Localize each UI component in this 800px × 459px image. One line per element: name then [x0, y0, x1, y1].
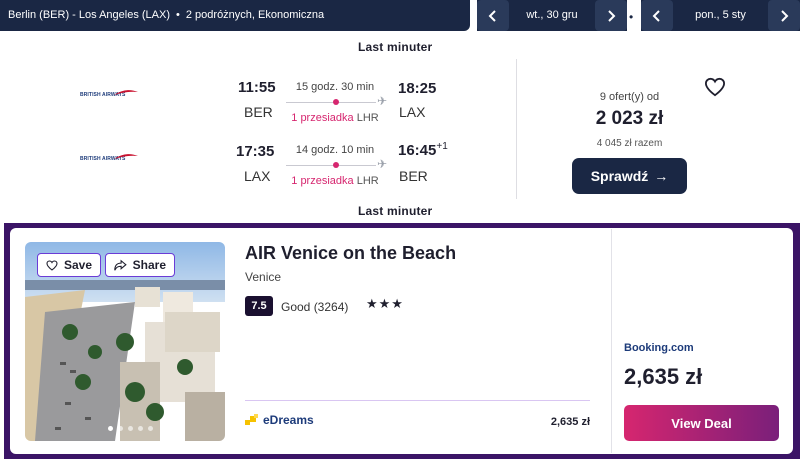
- hotel-price: 2,635 zł: [624, 364, 703, 389]
- separator-dot: •: [176, 9, 180, 21]
- leg1-duration: 15 godz. 30 min: [295, 81, 375, 93]
- leg2-arrive-time-text: 16:45: [398, 142, 437, 159]
- outbound-date[interactable]: wt., 30 gru: [509, 9, 595, 21]
- photo-pagination: [108, 426, 153, 431]
- hotel-name[interactable]: AIR Venice on the Beach: [245, 243, 456, 264]
- leg1-depart-time: 11:55: [238, 79, 276, 96]
- hotel-city: Venice: [245, 270, 282, 284]
- leg2-depart-time: 17:35: [236, 143, 275, 160]
- speedmarque-icon: [114, 154, 138, 159]
- leg1-arrive-time: 18:25: [398, 79, 436, 97]
- hotel-card-divider: [611, 229, 612, 453]
- leg2-arrive-airport: BER: [399, 168, 428, 184]
- leg1-route-line: [286, 102, 376, 103]
- leg1-arrive-airport: LAX: [399, 104, 426, 120]
- flight-price: 2 023 zł: [595, 108, 664, 129]
- photo-dot[interactable]: [148, 426, 153, 431]
- outbound-prev-button[interactable]: [477, 0, 509, 31]
- outbound-date-picker: wt., 30 gru: [477, 0, 627, 31]
- offer-divider: [245, 400, 590, 401]
- search-bar: Berlin (BER) - Los Angeles (LAX) • 2 podró…: [0, 0, 800, 32]
- plane-icon: ✈: [377, 94, 388, 108]
- leg2-duration: 14 godz. 10 min: [295, 144, 375, 156]
- share-icon: [114, 259, 127, 270]
- return-date-picker: pon., 5 sty: [641, 0, 800, 31]
- leg2-stop-code: LHR: [356, 175, 379, 187]
- alt-provider-row[interactable]: eDreams: [245, 413, 314, 427]
- flight-total-price: 4 045 zł razem: [596, 138, 663, 149]
- return-date[interactable]: pon., 5 sty: [673, 9, 768, 21]
- save-label: Save: [63, 258, 92, 272]
- chevron-right-icon: [781, 9, 789, 22]
- leg1-depart-airport: BER: [244, 104, 273, 120]
- airline-logo: BRITISH AIRWAYS: [80, 89, 140, 99]
- flight-result-card[interactable]: Last minuter BRITISH AIRWAYS 11:55 BER 1…: [0, 32, 800, 222]
- leg2-stops: 1 przesiadka LHR: [280, 175, 390, 187]
- leg2-depart-airport: LAX: [244, 168, 271, 184]
- arrow-right-icon: →: [654, 168, 669, 184]
- provider-logo-top: Last minuter: [358, 40, 432, 54]
- offers-count: 9 ofert(y) od: [599, 91, 660, 103]
- provider-name: Last minuter: [358, 204, 433, 218]
- date-separator: •: [629, 10, 634, 24]
- provider-name: Last minuter: [358, 40, 433, 54]
- save-button[interactable]: Save: [37, 253, 101, 277]
- favorite-button[interactable]: [704, 77, 726, 102]
- alt-provider-price[interactable]: 2,635 zł: [520, 416, 590, 428]
- photo-dot[interactable]: [128, 426, 133, 431]
- booking-provider: Booking.com: [624, 342, 694, 354]
- heart-icon: [46, 259, 58, 271]
- heart-icon: [704, 77, 726, 97]
- rating-text: Good (3264): [281, 300, 349, 314]
- check-button-label: Sprawdź: [590, 168, 649, 184]
- edreams-logo-icon: [245, 414, 259, 426]
- leg2-arrive-time: 16:45+1: [398, 141, 448, 159]
- card-divider: [516, 59, 517, 199]
- chevron-right-icon: [608, 9, 616, 22]
- route-text: Berlin (BER) - Los Angeles (LAX): [8, 9, 171, 21]
- chevron-left-icon: [488, 9, 496, 22]
- return-next-button[interactable]: [768, 0, 800, 31]
- leg1-arrive-time-text: 18:25: [398, 80, 437, 97]
- alt-provider-name: eDreams: [263, 413, 314, 427]
- provider-logo-bottom: Last minuter: [358, 204, 432, 218]
- airline-logo: BRITISH AIRWAYS: [80, 153, 140, 163]
- plane-icon: ✈: [377, 157, 388, 171]
- photo-dot[interactable]: [108, 426, 113, 431]
- leg2-route-line: [286, 165, 376, 166]
- outbound-next-button[interactable]: [595, 0, 627, 31]
- star-rating: ★★★: [366, 296, 404, 311]
- leg1-stops: 1 przesiadka LHR: [280, 112, 390, 124]
- share-label: Share: [132, 258, 166, 272]
- passengers-text: 2 podróżnych, Ekonomiczna: [185, 9, 325, 21]
- leg2-day-offset: +1: [436, 141, 448, 152]
- search-summary[interactable]: Berlin (BER) - Los Angeles (LAX) • 2 podró…: [0, 0, 470, 31]
- leg1-stops-count: 1 przesiadka: [291, 112, 354, 124]
- return-prev-button[interactable]: [641, 0, 673, 31]
- photo-dot[interactable]: [118, 426, 123, 431]
- leg2-stops-count: 1 przesiadka: [291, 175, 354, 187]
- speedmarque-icon: [114, 90, 138, 95]
- leg1-stop-dot: [333, 99, 339, 105]
- view-deal-button[interactable]: View Deal: [624, 405, 779, 441]
- rating-badge: 7.5: [245, 296, 273, 316]
- share-button[interactable]: Share: [105, 253, 175, 277]
- chevron-left-icon: [652, 9, 660, 22]
- photo-dot[interactable]: [138, 426, 143, 431]
- leg1-stop-code: LHR: [356, 112, 379, 124]
- check-button[interactable]: Sprawdź →: [572, 158, 687, 194]
- leg2-stop-dot: [333, 162, 339, 168]
